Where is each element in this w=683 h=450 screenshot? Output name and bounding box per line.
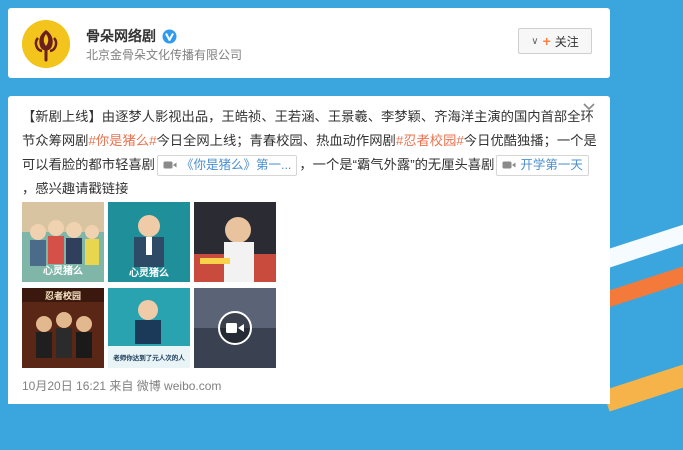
post-card: 【新剧上线】由逐梦人影视出品，王皓祯、王若涵、王景羲、李梦颖、齐海洋主演的国内首… xyxy=(8,96,610,404)
plus-icon: + xyxy=(542,33,551,49)
verified-v-icon xyxy=(162,29,177,44)
thumbnail-overlay-text: 心灵猪么 xyxy=(129,266,169,279)
profile-name[interactable]: 骨朵网络剧 xyxy=(86,26,156,46)
video-link-label: 开学第一天 xyxy=(520,158,583,173)
post-segment-text: 今日全网上线；青春校园、热血动作网剧 xyxy=(156,133,396,148)
thumbnail-overlay-text: 心灵猪么 xyxy=(43,264,83,277)
chevron-down-icon: ∨ xyxy=(531,35,539,47)
video-link-chip[interactable]: 开学第一天 xyxy=(496,154,589,176)
post-text: 【新剧上线】由逐梦人影视出品，王皓祯、王若涵、王景羲、李梦颖、齐海洋主演的国内首… xyxy=(22,105,597,201)
avatar[interactable] xyxy=(22,20,70,68)
topic-link-nishizhume[interactable]: #你是猪么# xyxy=(88,133,156,148)
profile-name-row: 骨朵网络剧 xyxy=(86,26,177,46)
profile-company: 北京金骨朵文化传播有限公司 xyxy=(86,48,243,62)
thumbnail-poster-5[interactable]: 老师你达到了元人次的人 xyxy=(108,288,190,368)
video-camera-icon xyxy=(163,160,177,170)
flower-logo-icon xyxy=(22,20,70,68)
video-camera-icon xyxy=(502,160,516,170)
thumbnail-video-6[interactable] xyxy=(194,288,276,368)
post-footer: 10月20日 16:21 来自 微博 weibo.com xyxy=(22,379,222,393)
background-stripe-yellow xyxy=(602,350,683,412)
follow-label: 关注 xyxy=(554,34,579,49)
image-grid: 心灵猪么 心灵猪么 忍者校园 老师你达到了元人次的人 xyxy=(22,202,282,450)
post-segment-text: ，一个是“霸气外露”的无厘头喜剧 xyxy=(299,157,495,172)
thumbnail-overlay-text: 忍者校园 xyxy=(45,290,81,302)
follow-button[interactable]: ∨ + 关注 xyxy=(518,28,592,54)
profile-card: 骨朵网络剧 北京金骨朵文化传播有限公司 ∨ + 关注 xyxy=(8,8,610,78)
thumbnail-poster-1[interactable]: 心灵猪么 xyxy=(22,202,104,282)
post-segment-text: ，感兴趣请戳链接 xyxy=(22,181,129,196)
thumbnail-poster-4[interactable]: 忍者校园 xyxy=(22,288,104,368)
thumbnail-poster-2[interactable]: 心灵猪么 xyxy=(108,202,190,282)
video-link-label: 《你是猪么》第一... xyxy=(180,158,292,173)
topic-link-renzhexiaoyuan[interactable]: #忍者校园# xyxy=(396,133,464,148)
thumbnail-overlay-text: 老师你达到了元人次的人 xyxy=(112,353,185,362)
video-link-chip[interactable]: 《你是猪么》第一... xyxy=(156,154,298,176)
thumbnail-still-3[interactable] xyxy=(194,202,276,282)
